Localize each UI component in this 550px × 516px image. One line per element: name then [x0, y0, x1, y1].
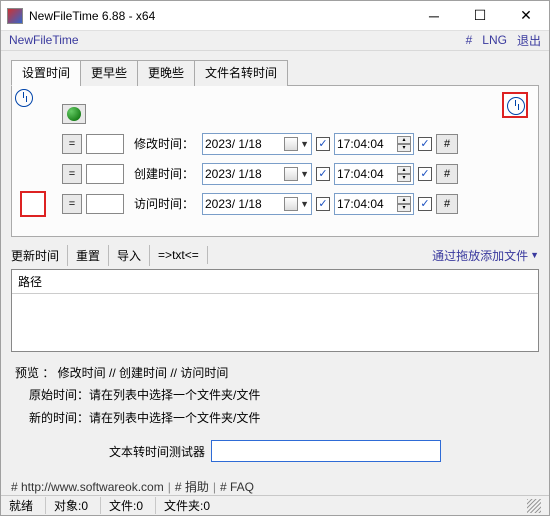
- hash-button-create[interactable]: #: [436, 164, 458, 184]
- update-time-button[interactable]: 更新时间: [11, 245, 68, 266]
- label-modify-time: 修改时间：: [128, 135, 198, 152]
- preview-original: 原始时间：请在列表中选择一个文件夹/文件: [15, 384, 535, 407]
- date-input-access[interactable]: 2023/ 1/18 ▼: [202, 193, 312, 215]
- hash-button-access[interactable]: #: [436, 194, 458, 214]
- tabs: 设置时间 更早些 更晚些 文件名转时间: [11, 59, 539, 86]
- chevron-down-icon: ▼: [530, 250, 539, 260]
- menubar: NewFileTime # LNG 退出: [1, 31, 549, 51]
- status-ready: 就绪: [9, 497, 41, 514]
- tester-input[interactable]: [211, 440, 441, 462]
- titlebar: NewFileTime 6.88 - x64 ─ ☐ ✕: [1, 1, 549, 31]
- preview-block: 预览 ： 修改时间 // 创建时间 // 访问时间 原始时间：请在列表中选择一个…: [15, 362, 535, 430]
- minimize-button[interactable]: ─: [411, 1, 457, 31]
- chevron-down-icon: ▼: [300, 199, 309, 209]
- clock-icon: [20, 191, 46, 217]
- status-folders: 文件夹:0: [155, 497, 218, 514]
- list-header-path[interactable]: 路径: [12, 270, 538, 294]
- equals-button-modify[interactable]: =: [62, 134, 82, 154]
- tab-filename-to-time[interactable]: 文件名转时间: [194, 60, 288, 86]
- window-title: NewFileTime 6.88 - x64: [29, 9, 411, 23]
- calendar-icon: [284, 197, 298, 211]
- time-input-access[interactable]: 17:04:04 ▴▾: [334, 193, 414, 215]
- time-input-create[interactable]: 17:04:04 ▴▾: [334, 163, 414, 185]
- chevron-down-icon: ▼: [300, 169, 309, 179]
- file-list[interactable]: 路径: [11, 269, 539, 352]
- offset-field-create[interactable]: [86, 164, 124, 184]
- time-input-modify[interactable]: 17:04:04 ▴▾: [334, 133, 414, 155]
- menu-hash[interactable]: #: [466, 33, 473, 47]
- clock-icon: [502, 92, 528, 118]
- globe-button[interactable]: [62, 104, 86, 124]
- tab-later[interactable]: 更晚些: [137, 60, 195, 86]
- tab-set-time[interactable]: 设置时间: [11, 60, 81, 86]
- app-icon: [7, 8, 23, 24]
- tester-label: 文本转时间测试器: [109, 443, 205, 460]
- tab-earlier[interactable]: 更早些: [80, 60, 138, 86]
- checkbox-create-date[interactable]: ✓: [316, 167, 330, 181]
- checkbox-modify-date[interactable]: ✓: [316, 137, 330, 151]
- statusbar: 就绪 对象:0 文件:0 文件夹:0: [1, 495, 549, 515]
- maximize-button[interactable]: ☐: [457, 1, 503, 31]
- export-txt-button[interactable]: =>txt<=: [150, 246, 208, 264]
- reset-button[interactable]: 重置: [68, 245, 109, 266]
- import-button[interactable]: 导入: [109, 245, 150, 266]
- status-objects: 对象:0: [45, 497, 96, 514]
- app-window: NewFileTime 6.88 - x64 ─ ☐ ✕ NewFileTime…: [0, 0, 550, 516]
- hash-button-modify[interactable]: #: [436, 134, 458, 154]
- menubar-title[interactable]: NewFileTime: [9, 33, 456, 47]
- spinner-icon: ▴▾: [397, 136, 411, 152]
- checkbox-create-time[interactable]: ✓: [418, 167, 432, 181]
- footer-links: # http://www.softwareok.com | # 捐助 | # F…: [11, 472, 539, 495]
- checkbox-access-date[interactable]: ✓: [316, 197, 330, 211]
- link-faq[interactable]: # FAQ: [220, 480, 254, 494]
- equals-button-access[interactable]: =: [62, 194, 82, 214]
- tab-pane-set-time: = 修改时间： 2023/ 1/18 ▼ ✓ 17:04:04 ▴▾ ✓ # =…: [11, 86, 539, 237]
- resize-grip-icon[interactable]: [527, 499, 541, 513]
- menu-exit[interactable]: 退出: [517, 32, 541, 49]
- calendar-icon: [284, 137, 298, 151]
- globe-icon: [67, 107, 81, 121]
- text-to-time-tester: 文本转时间测试器: [1, 440, 549, 462]
- menu-lng[interactable]: LNG: [482, 33, 507, 47]
- toolbar-secondary: 更新时间 重置 导入 =>txt<= 通过拖放添加文件 ▼: [11, 245, 539, 266]
- offset-field-modify[interactable]: [86, 134, 124, 154]
- preview-new: 新的时间：请在列表中选择一个文件夹/文件: [15, 407, 535, 430]
- spinner-icon: ▴▾: [397, 196, 411, 212]
- label-create-time: 创建时间：: [128, 165, 198, 182]
- checkbox-access-time[interactable]: ✓: [418, 197, 432, 211]
- status-files: 文件:0: [100, 497, 151, 514]
- offset-field-access[interactable]: [86, 194, 124, 214]
- date-input-modify[interactable]: 2023/ 1/18 ▼: [202, 133, 312, 155]
- close-button[interactable]: ✕: [503, 1, 549, 31]
- link-website[interactable]: # http://www.softwareok.com: [11, 480, 164, 494]
- spinner-icon: ▴▾: [397, 166, 411, 182]
- link-donate[interactable]: # 捐助: [175, 478, 209, 495]
- calendar-icon: [284, 167, 298, 181]
- checkbox-modify-time[interactable]: ✓: [418, 137, 432, 151]
- chevron-down-icon: ▼: [300, 139, 309, 149]
- date-input-create[interactable]: 2023/ 1/18 ▼: [202, 163, 312, 185]
- preview-header: 预览 ： 修改时间 // 创建时间 // 访问时间: [15, 362, 535, 385]
- equals-button-create[interactable]: =: [62, 164, 82, 184]
- add-files-dropdown[interactable]: 通过拖放添加文件 ▼: [432, 247, 539, 264]
- label-access-time: 访问时间：: [128, 195, 198, 212]
